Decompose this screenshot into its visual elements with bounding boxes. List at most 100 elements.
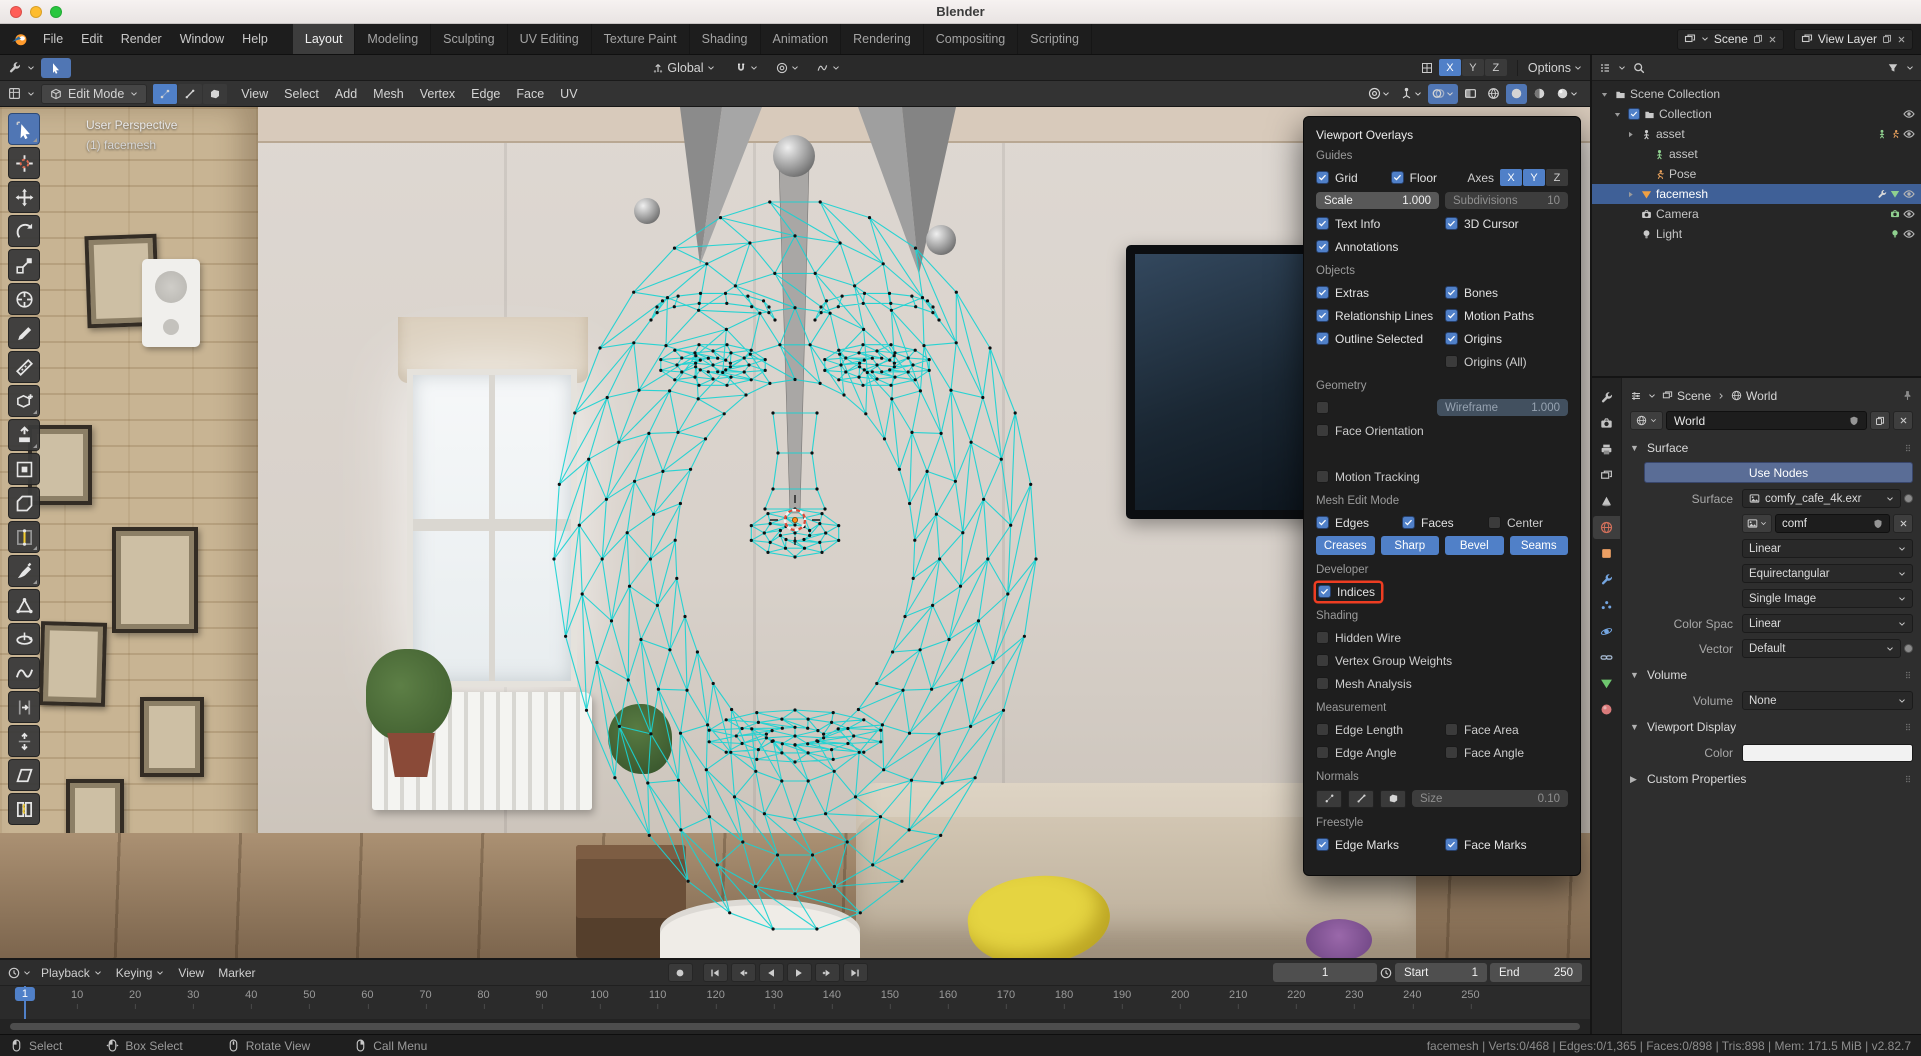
tool-cursor[interactable] (8, 147, 40, 179)
panel-header-custom-properties[interactable]: ▶Custom Properties (1630, 767, 1913, 791)
tool-smooth[interactable] (8, 657, 40, 689)
workspace-tab-texture-paint[interactable]: Texture Paint (592, 24, 690, 54)
eye-icon[interactable] (1903, 208, 1915, 220)
properties-tab-particles[interactable] (1593, 594, 1620, 617)
slider-wireframe[interactable]: Wireframe1.000 (1437, 399, 1568, 416)
eye-icon[interactable] (1903, 188, 1915, 200)
dropdown-single-image[interactable]: Single Image (1742, 589, 1913, 608)
tool-select-box[interactable] (8, 113, 40, 145)
outliner-row-asset[interactable]: asset (1592, 144, 1921, 164)
mirror-z-toggle[interactable]: Z (1485, 59, 1507, 76)
checkbox-hidden-wire[interactable]: Hidden Wire (1316, 631, 1568, 645)
viewport-menu-mesh[interactable]: Mesh (365, 83, 412, 105)
minimize-window-button[interactable] (30, 6, 42, 18)
checkbox-face-area[interactable]: Face Area (1445, 723, 1568, 737)
use-nodes-button[interactable]: Use Nodes (1644, 462, 1913, 483)
dropdown-linear[interactable]: Linear (1742, 539, 1913, 558)
current-frame-field[interactable]: 1 (1273, 963, 1377, 982)
timeline-scrollbar[interactable] (0, 1019, 1590, 1034)
overlays-dropdown[interactable] (1428, 84, 1458, 104)
slider-subdivisions[interactable]: Subdivisions10 (1445, 192, 1568, 209)
checkbox-extras[interactable]: Extras (1316, 286, 1439, 300)
menu-help[interactable]: Help (233, 28, 277, 50)
viewport-menu-vertex[interactable]: Vertex (412, 83, 463, 105)
tool-loop-cut[interactable] (8, 521, 40, 553)
vertex-select-mode[interactable] (153, 84, 177, 104)
workspace-tab-scripting[interactable]: Scripting (1018, 24, 1092, 54)
tool-extrude-region[interactable] (8, 419, 40, 451)
checkbox-origins[interactable]: Origins (1445, 332, 1568, 346)
unlink-image-button[interactable] (1893, 514, 1913, 533)
blender-logo-icon[interactable] (8, 29, 30, 49)
viewport-menu-select[interactable]: Select (276, 83, 327, 105)
workspace-tab-uv-editing[interactable]: UV Editing (508, 24, 592, 54)
image-browse-button[interactable] (1742, 514, 1772, 533)
editor-type-icon[interactable] (8, 61, 21, 74)
checkbox-indices[interactable]: Indices (1316, 583, 1381, 601)
properties-tab-output[interactable] (1593, 438, 1620, 461)
falloff-dropdown[interactable] (817, 62, 840, 74)
checkbox-face-marks[interactable]: Face Marks (1445, 838, 1568, 852)
scrollbar-thumb[interactable] (10, 1023, 1580, 1030)
tool-move[interactable] (8, 181, 40, 213)
checkbox-floor[interactable]: Floor (1391, 171, 1460, 185)
node-socket-dot[interactable] (1904, 494, 1913, 503)
active-tool-button[interactable] (41, 58, 71, 78)
pin-icon[interactable] (1902, 390, 1913, 401)
filter-icon[interactable] (1887, 62, 1899, 74)
play-reverse-button[interactable] (759, 963, 784, 982)
menu-edit[interactable]: Edit (72, 28, 112, 50)
menu-render[interactable]: Render (112, 28, 171, 50)
collection-checkbox[interactable] (1628, 108, 1640, 120)
tool-annotate[interactable] (8, 317, 40, 349)
frame-end-field[interactable]: End 250 (1490, 963, 1582, 982)
current-frame-indicator[interactable]: 1 (15, 987, 35, 1001)
editor-type-icon[interactable] (1599, 62, 1611, 74)
dropdown-color-spac[interactable]: Linear (1742, 614, 1913, 633)
split-normals-button[interactable] (1348, 790, 1374, 808)
properties-tab-object[interactable] (1593, 542, 1620, 565)
tool-measure[interactable] (8, 351, 40, 383)
timeline-menu-marker[interactable]: Marker (211, 966, 262, 980)
axis-y-toggle[interactable]: Y (1523, 169, 1545, 186)
properties-tab-world[interactable] (1593, 516, 1620, 539)
checkbox-bones[interactable]: Bones (1445, 286, 1568, 300)
jump-to-start-button[interactable] (703, 963, 728, 982)
tool-transform[interactable] (8, 283, 40, 315)
checkbox-relationship-lines[interactable]: Relationship Lines (1316, 309, 1439, 323)
transform-orientation-dropdown[interactable]: Global (652, 61, 714, 75)
mark-button-bevel[interactable]: Bevel (1445, 536, 1504, 555)
checkbox-outline-selected[interactable]: Outline Selected (1316, 332, 1439, 346)
gizmos-dropdown[interactable] (1396, 84, 1426, 104)
tool-rotate[interactable] (8, 215, 40, 247)
mirror-x-toggle[interactable]: X (1439, 59, 1461, 76)
scene-selector[interactable]: Scene (1677, 29, 1784, 50)
remove-view-layer-icon[interactable] (1897, 35, 1906, 44)
checkbox-edge-marks[interactable]: Edge Marks (1316, 838, 1439, 852)
shading-rendered-button[interactable] (1552, 84, 1582, 104)
proportional-editing-dropdown[interactable] (776, 62, 799, 74)
image-name-field[interactable]: comf (1775, 514, 1890, 533)
face-normals-button[interactable] (1380, 790, 1406, 808)
viewport-menu-view[interactable]: View (233, 83, 276, 105)
tool-inset-faces[interactable] (8, 453, 40, 485)
editor-type-icon[interactable] (8, 87, 21, 100)
eye-icon[interactable] (1903, 108, 1915, 120)
browse-world-button[interactable] (1630, 411, 1663, 430)
tool-rip-region[interactable] (8, 793, 40, 825)
color-swatch[interactable] (1742, 744, 1913, 762)
vertex-normals-button[interactable] (1316, 790, 1342, 808)
panel-header-volume[interactable]: ▼Volume (1630, 663, 1913, 687)
checkbox-mesh-analysis[interactable]: Mesh Analysis (1316, 677, 1568, 691)
armature-bones[interactable] (634, 107, 956, 513)
panel-header-surface[interactable]: ▼Surface (1630, 436, 1913, 460)
new-view-layer-icon[interactable] (1882, 34, 1892, 44)
record-button[interactable] (668, 963, 693, 982)
checkbox-vertex-group-weights[interactable]: Vertex Group Weights (1316, 654, 1568, 668)
dropdown-vector[interactable]: Default (1742, 639, 1901, 658)
fake-user-icon[interactable] (1873, 519, 1883, 529)
properties-tab-data[interactable] (1593, 672, 1620, 695)
checkbox-face-angle[interactable]: Face Angle (1445, 746, 1568, 760)
tool-shrink-fatten[interactable] (8, 725, 40, 757)
viewport-menu-uv[interactable]: UV (552, 83, 585, 105)
